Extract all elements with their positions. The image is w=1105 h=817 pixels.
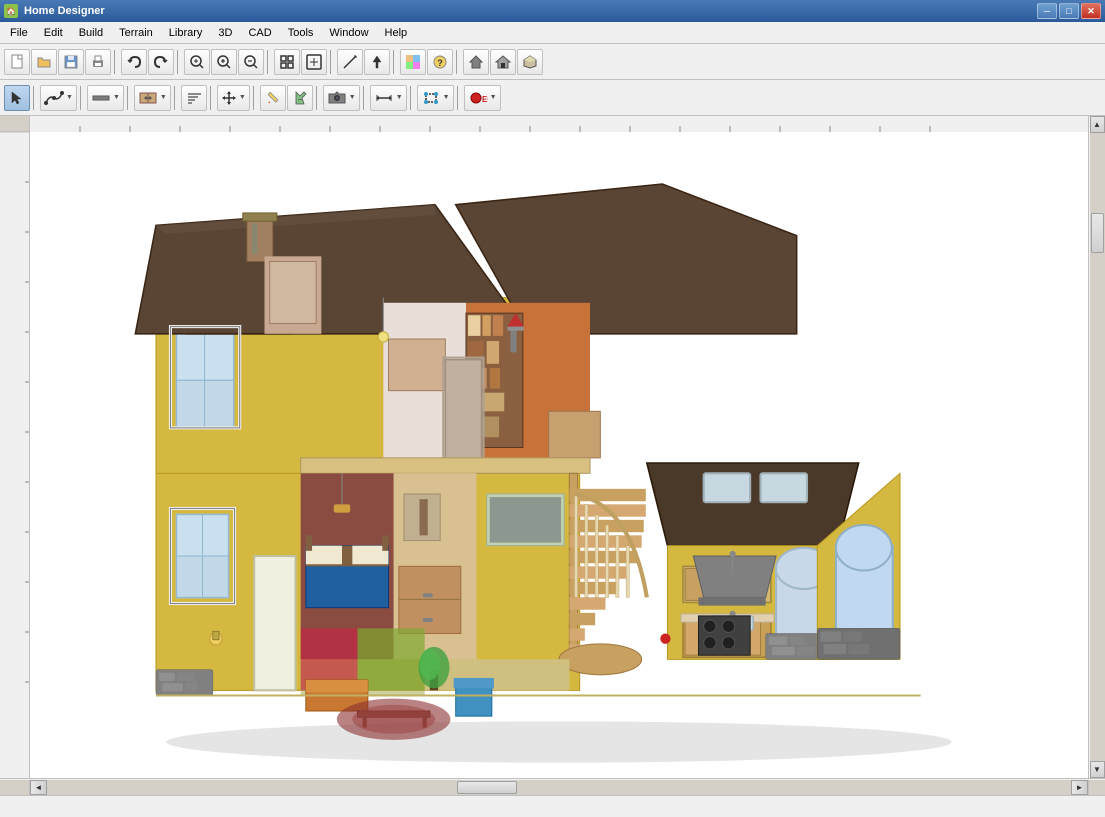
sep4 — [174, 86, 178, 110]
house-exterior-button[interactable] — [463, 49, 489, 75]
save-button[interactable] — [58, 49, 84, 75]
svg-text:EC: EC — [482, 95, 488, 104]
minimize-button[interactable]: ─ — [1037, 3, 1057, 19]
scroll-track-vertical[interactable] — [1090, 133, 1105, 761]
draw-line-button[interactable] — [337, 49, 363, 75]
right-scrollbar: ▲ ▼ — [1088, 116, 1105, 778]
zoom-out-button[interactable] — [238, 49, 264, 75]
bottom-scrollbar: ◄ ► — [0, 778, 1105, 795]
close-button[interactable]: ✕ — [1081, 3, 1101, 19]
select-tool-button[interactable] — [4, 85, 30, 111]
sep7 — [316, 86, 320, 110]
scroll-thumb-vertical[interactable] — [1091, 213, 1104, 253]
sep5 — [393, 50, 397, 74]
scroll-track-horizontal[interactable] — [47, 780, 1071, 795]
sep1 — [33, 86, 37, 110]
sep3 — [127, 86, 131, 110]
scroll-thumb-horizontal[interactable] — [457, 781, 517, 794]
zoom-in-button[interactable] — [211, 49, 237, 75]
polyline-button[interactable]: ▼ — [40, 85, 77, 111]
window-title: Home Designer — [24, 5, 1037, 17]
dimension-button[interactable]: ▼ — [370, 85, 407, 111]
sep2 — [177, 50, 181, 74]
sep5 — [210, 86, 214, 110]
sep8 — [363, 86, 367, 110]
fit-button[interactable] — [274, 49, 300, 75]
window-controls: ─ □ ✕ — [1037, 3, 1101, 19]
sep2 — [80, 86, 84, 110]
menu-3d[interactable]: 3D — [210, 22, 240, 43]
titlebar: 🏠 Home Designer ─ □ ✕ — [0, 0, 1105, 22]
scroll-right-button[interactable]: ► — [1071, 780, 1088, 795]
sep10 — [457, 86, 461, 110]
redo-button[interactable] — [148, 49, 174, 75]
menu-edit[interactable]: Edit — [36, 22, 71, 43]
record-button[interactable]: EC ▼ — [464, 85, 501, 111]
app-icon: 🏠 — [4, 4, 18, 18]
camera-button[interactable]: ▼ — [323, 85, 360, 111]
maximize-button[interactable]: □ — [1059, 3, 1079, 19]
menu-build[interactable]: Build — [71, 22, 111, 43]
help-button[interactable]: ? — [427, 49, 453, 75]
sep4 — [330, 50, 334, 74]
scroll-down-button[interactable]: ▼ — [1090, 761, 1105, 778]
menu-tools[interactable]: Tools — [280, 22, 322, 43]
svg-text:?: ? — [437, 58, 443, 68]
pencil-button[interactable] — [260, 85, 286, 111]
left-ruler: for(let i=0;i<600;i+=50){document.curren… — [0, 116, 30, 778]
sep6 — [456, 50, 460, 74]
menu-file[interactable]: File — [2, 22, 36, 43]
menubar: File Edit Build Terrain Library 3D CAD T… — [0, 22, 1105, 44]
house-illustration — [30, 132, 1088, 778]
menu-window[interactable]: Window — [321, 22, 376, 43]
open-button[interactable] — [31, 49, 57, 75]
stairs-button[interactable] — [181, 85, 207, 111]
toolbar1: ? — [0, 44, 1105, 80]
menu-help[interactable]: Help — [377, 22, 416, 43]
toolbar2: ▼ ▼ ▼ ▼ ▼ ▼ ▼ EC ▼ — [0, 80, 1105, 116]
main-area: for(let i=0;i<600;i+=50){document.curren… — [0, 116, 1105, 778]
sep3 — [267, 50, 271, 74]
scroll-left-button[interactable]: ◄ — [30, 780, 47, 795]
move-button[interactable]: ▼ — [217, 85, 250, 111]
wall-button[interactable]: ▼ — [87, 85, 124, 111]
undo-button[interactable] — [121, 49, 147, 75]
sep9 — [410, 86, 414, 110]
zoom-window-button[interactable] — [184, 49, 210, 75]
menu-cad[interactable]: CAD — [240, 22, 279, 43]
house-front-button[interactable] — [490, 49, 516, 75]
statusbar — [0, 795, 1105, 817]
house-iso-button[interactable] — [517, 49, 543, 75]
fit-page-button[interactable] — [301, 49, 327, 75]
transform-button[interactable]: ▼ — [417, 85, 454, 111]
sep1 — [114, 50, 118, 74]
menu-terrain[interactable]: Terrain — [111, 22, 161, 43]
canvas-area[interactable] — [30, 116, 1088, 778]
cabinet-button[interactable]: ▼ — [134, 85, 171, 111]
sep6 — [253, 86, 257, 110]
arrow-button[interactable] — [364, 49, 390, 75]
scroll-up-button[interactable]: ▲ — [1090, 116, 1105, 133]
material-button[interactable] — [400, 49, 426, 75]
print-button[interactable] — [85, 49, 111, 75]
paint-button[interactable] — [287, 85, 313, 111]
new-button[interactable] — [4, 49, 30, 75]
menu-library[interactable]: Library — [161, 22, 211, 43]
